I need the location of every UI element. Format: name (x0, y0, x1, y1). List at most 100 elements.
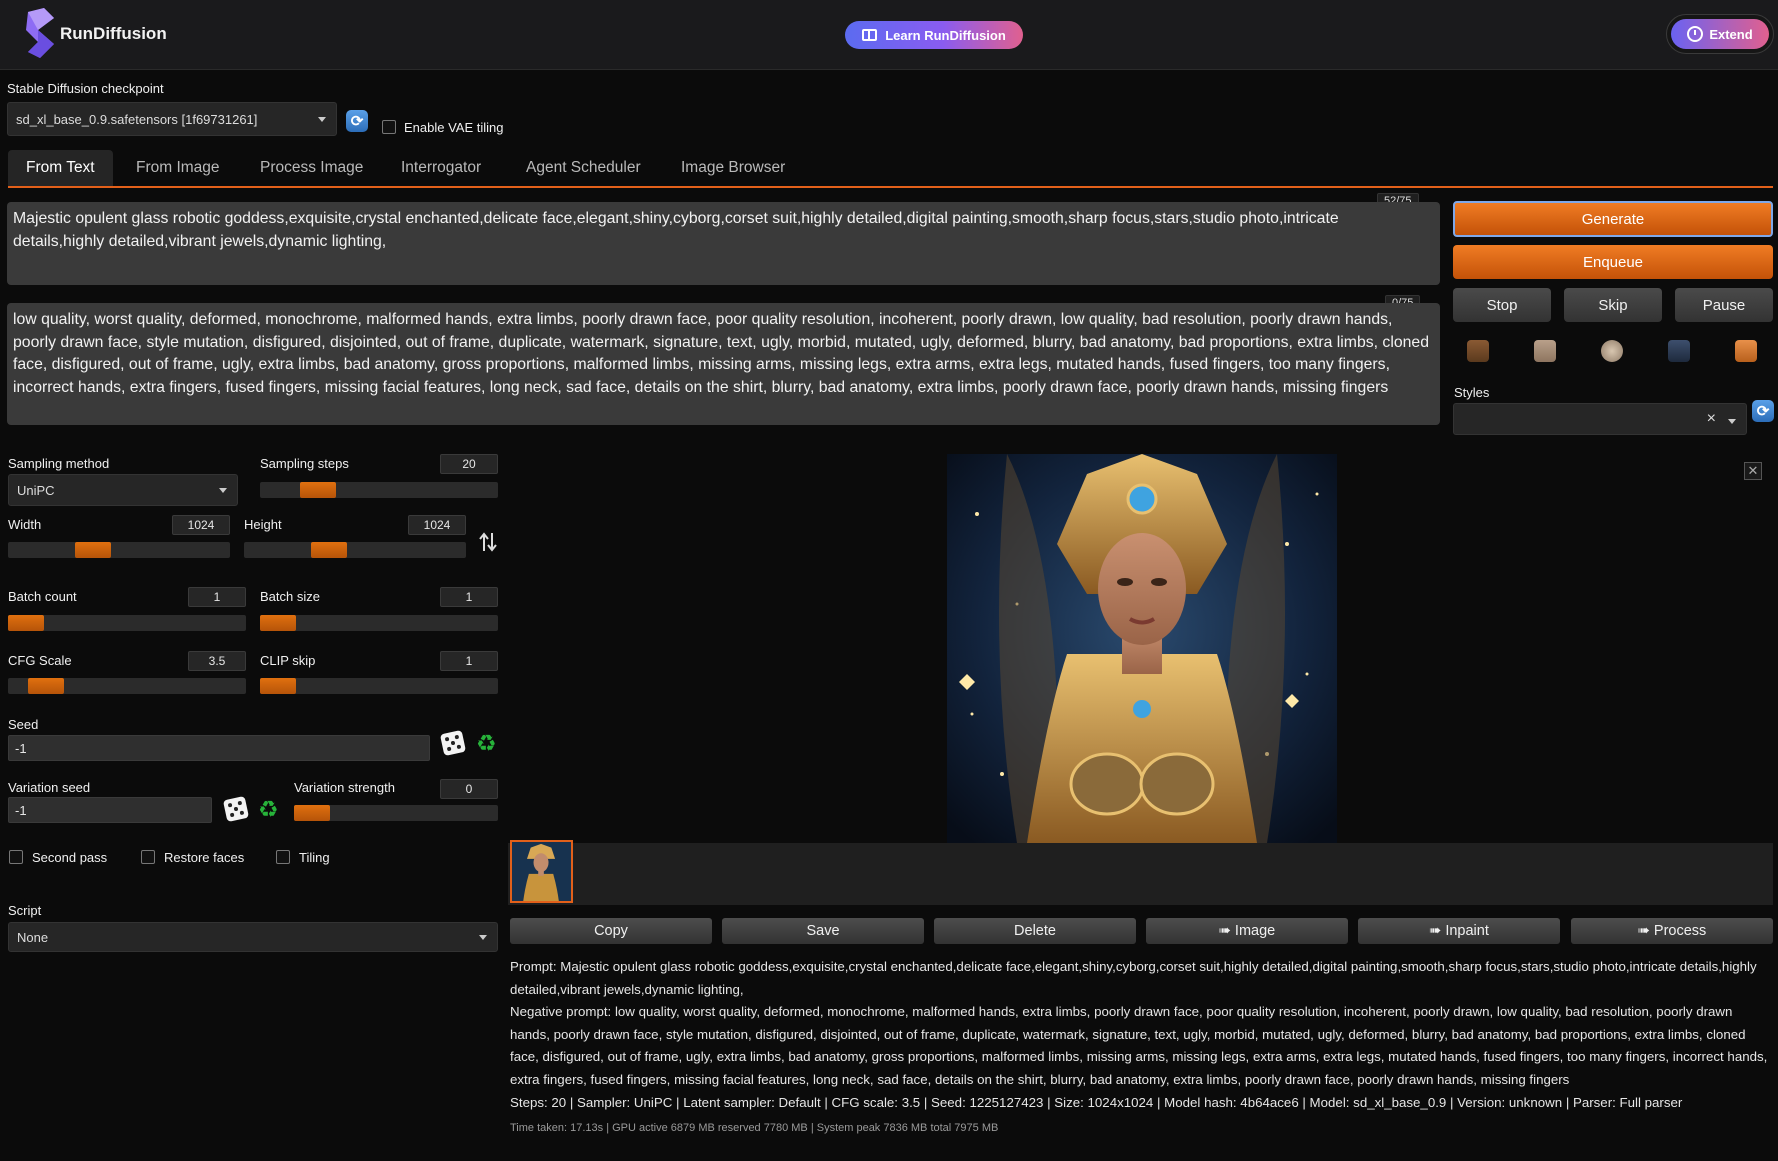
sampling-method-value: UniPC (17, 482, 55, 498)
tab-from-text[interactable]: From Text (8, 150, 113, 186)
extend-button[interactable]: Extend (1671, 19, 1769, 49)
chevron-down-icon (479, 935, 487, 940)
learn-label: Learn RunDiffusion (885, 27, 1006, 43)
negative-prompt-textarea[interactable]: low quality, worst quality, deformed, mo… (7, 303, 1440, 425)
send-to-inpaint-button[interactable]: ➠ Inpaint (1358, 918, 1560, 944)
variation-strength-slider[interactable] (294, 805, 498, 821)
width-slider[interactable] (8, 542, 230, 558)
save-style-icon[interactable] (1668, 340, 1690, 362)
rundiffusion-logo-icon[interactable] (24, 8, 56, 60)
slider-thumb[interactable] (28, 678, 64, 694)
thumbnail-image[interactable] (510, 840, 573, 903)
clipboard-icon[interactable] (1735, 340, 1757, 362)
chevron-down-icon (1728, 419, 1736, 424)
copy-button[interactable]: Copy (510, 918, 712, 944)
batch-count-slider[interactable] (8, 615, 246, 631)
seed-input[interactable]: -1 (8, 735, 430, 761)
brand-name[interactable]: RunDiffusion (60, 24, 167, 44)
batch-size-slider[interactable] (260, 615, 498, 631)
save-button[interactable]: Save (722, 918, 924, 944)
clear-styles-icon[interactable]: × (1707, 410, 1716, 428)
random-seed-dice-icon[interactable] (439, 729, 467, 757)
batch-count-input[interactable]: 1 (188, 587, 246, 607)
sampling-steps-label: Sampling steps (260, 456, 349, 471)
sampling-steps-slider[interactable] (260, 482, 498, 498)
send-to-process-button[interactable]: ➠ Process (1571, 918, 1773, 944)
restore-faces-checkbox[interactable] (141, 850, 155, 864)
info-parameters: Steps: 20 | Sampler: UniPC | Latent samp… (510, 1094, 1683, 1110)
batch-size-label: Batch size (260, 589, 320, 604)
width-input[interactable]: 1024 (172, 515, 230, 535)
cfg-scale-slider[interactable] (8, 678, 246, 694)
slider-thumb[interactable] (75, 542, 111, 558)
trash-icon[interactable] (1534, 340, 1556, 362)
time-taken: Time taken: 17.13s | GPU active 6879 MB … (510, 1122, 999, 1134)
second-pass-label: Second pass (32, 850, 108, 865)
height-slider[interactable] (244, 542, 466, 558)
restore-faces-label: Restore faces (164, 850, 245, 865)
batch-size-input[interactable]: 1 (440, 587, 498, 607)
tab-process-image[interactable]: Process Image (260, 150, 363, 186)
tiling-checkbox[interactable] (276, 850, 290, 864)
script-select[interactable]: None (8, 922, 498, 952)
slider-thumb[interactable] (311, 542, 347, 558)
swap-dimensions-icon[interactable] (478, 531, 498, 553)
styles-select[interactable]: × (1453, 403, 1747, 435)
info-prompt: Prompt: Majestic opulent glass robotic g… (510, 959, 1757, 997)
close-image-icon[interactable]: ✕ (1744, 462, 1762, 480)
learn-rundiffusion-button[interactable]: Learn RunDiffusion (845, 21, 1023, 49)
globe-icon[interactable] (1601, 340, 1623, 362)
checkpoint-select[interactable]: sd_xl_base_0.9.safetensors [1f69731261] (7, 102, 337, 136)
variation-seed-input[interactable]: -1 (8, 797, 212, 823)
clip-skip-input[interactable]: 1 (440, 651, 498, 671)
sampling-steps-input[interactable]: 20 (440, 454, 498, 474)
checkpoint-label: Stable Diffusion checkpoint (7, 81, 164, 96)
chevron-down-icon (318, 117, 326, 122)
book-icon (862, 29, 878, 41)
clip-skip-slider[interactable] (260, 678, 498, 694)
vae-tiling-checkbox[interactable] (382, 120, 396, 134)
book-icon[interactable] (1467, 340, 1489, 362)
script-value: None (17, 929, 49, 945)
slider-thumb[interactable] (294, 805, 330, 821)
reuse-variation-seed-recycle-icon[interactable]: ♻ (258, 798, 279, 821)
delete-button[interactable]: Delete (934, 918, 1136, 944)
generation-info: Prompt: Majestic opulent glass robotic g… (510, 956, 1772, 1114)
second-pass-checkbox[interactable] (9, 850, 23, 864)
random-variation-seed-dice-icon[interactable] (222, 795, 250, 823)
slider-thumb[interactable] (8, 615, 44, 631)
extend-container: Extend (1666, 14, 1774, 54)
variation-strength-input[interactable]: 0 (440, 779, 498, 799)
cfg-scale-input[interactable]: 3.5 (188, 651, 246, 671)
thumbnail-strip (508, 843, 1773, 905)
slider-thumb[interactable] (260, 678, 296, 694)
tab-interrogator[interactable]: Interrogator (401, 150, 481, 186)
height-label: Height (244, 517, 282, 532)
pause-button[interactable]: Pause (1675, 288, 1773, 322)
generate-button[interactable]: Generate (1453, 201, 1773, 237)
send-to-image-button[interactable]: ➠ Image (1146, 918, 1348, 944)
stop-button[interactable]: Stop (1453, 288, 1551, 322)
cfg-scale-label: CFG Scale (8, 653, 72, 668)
enqueue-button[interactable]: Enqueue (1453, 245, 1773, 279)
slider-thumb[interactable] (260, 615, 296, 631)
extend-label: Extend (1709, 26, 1753, 42)
width-label: Width (8, 517, 42, 532)
skip-button[interactable]: Skip (1564, 288, 1662, 322)
checkpoint-value: sd_xl_base_0.9.safetensors [1f69731261] (16, 111, 258, 127)
slider-thumb[interactable] (300, 482, 336, 498)
height-input[interactable]: 1024 (408, 515, 466, 535)
clock-icon (1687, 26, 1704, 42)
tab-from-image[interactable]: From Image (136, 150, 220, 186)
variation-seed-label: Variation seed (8, 780, 91, 795)
info-negative-prompt: Negative prompt: low quality, worst qual… (510, 1004, 1768, 1087)
sampling-method-select[interactable]: UniPC (8, 474, 238, 506)
generated-image[interactable] (947, 454, 1337, 843)
refresh-styles-icon[interactable]: ⟳ (1752, 400, 1774, 422)
refresh-checkpoint-icon[interactable]: ⟳ (346, 110, 368, 132)
tab-agent-scheduler[interactable]: Agent Scheduler (526, 150, 641, 186)
reuse-seed-recycle-icon[interactable]: ♻ (476, 732, 497, 755)
prompt-textarea[interactable]: Majestic opulent glass robotic goddess,e… (7, 202, 1440, 285)
main-tabs: From Text From Image Process Image Inter… (8, 150, 1773, 188)
tab-image-browser[interactable]: Image Browser (681, 150, 785, 186)
